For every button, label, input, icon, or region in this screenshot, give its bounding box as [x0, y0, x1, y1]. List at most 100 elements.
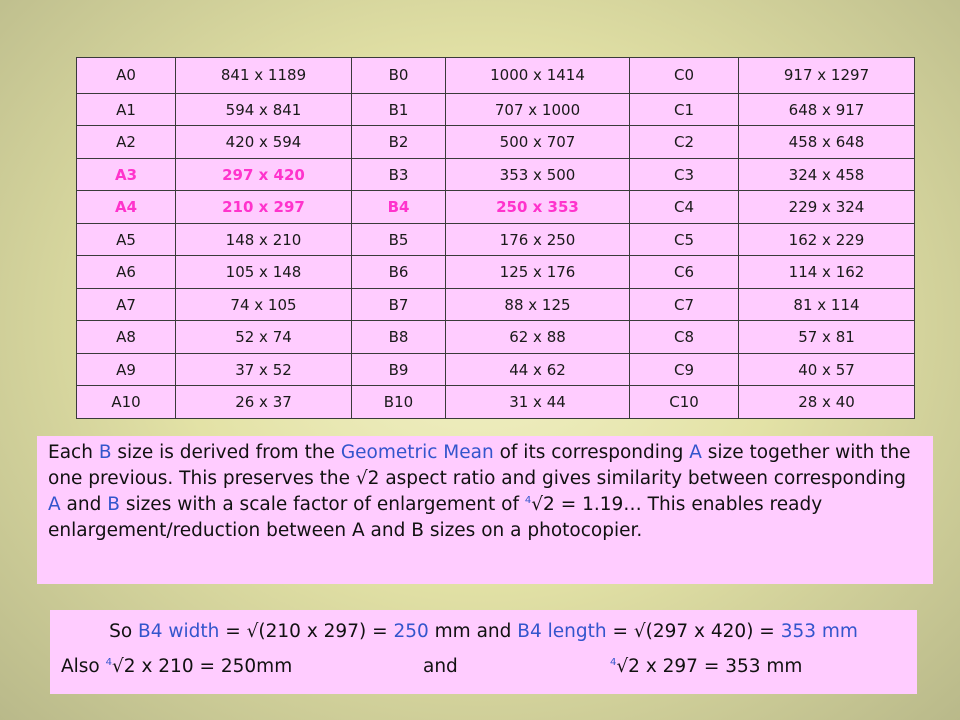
size-name-cell: B9	[351, 352, 446, 387]
size-dimensions-cell: 210 x 297	[175, 190, 352, 224]
size-name-cell: A3	[76, 157, 176, 192]
size-dimensions-cell: 707 x 1000	[445, 92, 630, 127]
size-dimensions-cell: 500 x 707	[445, 125, 630, 159]
explanation-b-size: B	[107, 494, 120, 515]
size-name-cell: B2	[351, 125, 446, 159]
size-name-cell: B0	[351, 57, 446, 94]
formula-line-b4: So B4 width = √(210 x 297) = 250 mm and …	[50, 618, 917, 646]
formula-line-scale-factor: Also 4√2 x 210 = 250mm and 4√2 x 297 = 3…	[50, 652, 917, 688]
formula-text: = √(210 x 297) =	[219, 621, 394, 642]
size-name-cell: C10	[629, 385, 739, 419]
size-dimensions-cell: 176 x 250	[445, 222, 630, 257]
size-dimensions-cell: 37 x 52	[175, 352, 352, 387]
formula-text: = √(297 x 420) =	[606, 621, 781, 642]
formula-text: √2 x 297 = 353 mm	[616, 656, 803, 677]
explanation-text: of its corresponding	[493, 442, 690, 463]
size-dimensions-cell: 297 x 420	[175, 157, 352, 192]
size-dimensions-cell: 57 x 81	[738, 320, 915, 354]
size-name-cell: A5	[76, 222, 176, 257]
size-name-cell: A2	[76, 125, 176, 159]
size-dimensions-cell: 250 x 353	[445, 190, 630, 224]
size-dimensions-cell: 148 x 210	[175, 222, 352, 257]
size-dimensions-cell: 114 x 162	[738, 255, 915, 289]
size-name-cell: C7	[629, 287, 739, 322]
size-name-cell: C3	[629, 157, 739, 192]
size-name-cell: B4	[351, 190, 446, 224]
formula-scale-length: 4√2 x 297 = 353 mm	[610, 656, 802, 677]
formula-result-353: 353 mm	[780, 621, 858, 642]
size-dimensions-cell: 594 x 841	[175, 92, 352, 127]
size-name-cell: A4	[76, 190, 176, 224]
size-name-cell: B10	[351, 385, 446, 419]
formula-b4-length: B4 length	[517, 621, 607, 642]
size-name-cell: C2	[629, 125, 739, 159]
table-row: A10 26 x 37 B10 31 x 44 C10 28 x 40	[76, 385, 915, 419]
size-name-cell: B6	[351, 255, 446, 289]
explanation-text: and	[60, 494, 108, 515]
size-name-cell: B1	[351, 92, 446, 127]
formula-text: Also	[61, 656, 106, 677]
table-row: A9 37 x 52 B9 44 x 62 C9 40 x 57	[76, 352, 915, 387]
table-row: A4 210 x 297 B4 250 x 353 C4 229 x 324	[76, 190, 915, 224]
size-dimensions-cell: 1000 x 1414	[445, 57, 630, 94]
explanation-a-size: A	[48, 494, 61, 515]
size-dimensions-cell: 105 x 148	[175, 255, 352, 289]
size-dimensions-cell: 229 x 324	[738, 190, 915, 224]
size-dimensions-cell: 31 x 44	[445, 385, 630, 419]
size-dimensions-cell: 458 x 648	[738, 125, 915, 159]
explanation-b-size: B	[98, 442, 112, 463]
size-name-cell: A6	[76, 255, 176, 289]
size-dimensions-cell: 648 x 917	[738, 92, 915, 127]
formula-scale-width: Also 4√2 x 210 = 250mm	[61, 656, 292, 677]
size-name-cell: A8	[76, 320, 176, 354]
formula-text: √2 x 210 = 250mm	[112, 656, 293, 677]
size-dimensions-cell: 52 x 74	[175, 320, 352, 354]
explanation-text: sizes with a scale factor of enlargement…	[119, 494, 525, 515]
size-name-cell: A10	[76, 385, 176, 419]
size-dimensions-cell: 81 x 114	[738, 287, 915, 322]
formula-and: and	[423, 656, 458, 677]
formula-result-250: 250	[393, 621, 429, 642]
table-row: A8 52 x 74 B8 62 x 88 C8 57 x 81	[76, 320, 915, 354]
size-name-cell: C9	[629, 352, 739, 387]
paper-sizes-table: A0 841 x 1189 B0 1000 x 1414 C0 917 x 1297 A1 5…	[76, 57, 915, 419]
size-dimensions-cell: 40 x 57	[738, 352, 915, 387]
size-name-cell: C6	[629, 255, 739, 289]
size-name-cell: A0	[76, 57, 176, 94]
size-name-cell: C1	[629, 92, 739, 127]
formula-text: So	[109, 621, 139, 642]
formula-b4-width: B4 width	[138, 621, 220, 642]
size-name-cell: C0	[629, 57, 739, 94]
size-name-cell: C5	[629, 222, 739, 257]
size-dimensions-cell: 62 x 88	[445, 320, 630, 354]
size-name-cell: B8	[351, 320, 446, 354]
size-dimensions-cell: 26 x 37	[175, 385, 352, 419]
size-name-cell: A7	[76, 287, 176, 322]
size-name-cell: C4	[629, 190, 739, 224]
explanation-a-size: A	[689, 442, 702, 463]
formula-box: So B4 width = √(210 x 297) = 250 mm and …	[50, 610, 917, 694]
size-dimensions-cell: 74 x 105	[175, 287, 352, 322]
table-row: A0 841 x 1189 B0 1000 x 1414 C0 917 x 1297	[76, 57, 915, 94]
table-row: A2 420 x 594 B2 500 x 707 C2 458 x 648	[76, 125, 915, 159]
size-dimensions-cell: 353 x 500	[445, 157, 630, 192]
size-name-cell: B5	[351, 222, 446, 257]
size-dimensions-cell: 88 x 125	[445, 287, 630, 322]
size-name-cell: A1	[76, 92, 176, 127]
table-row: A6 105 x 148 B6 125 x 176 C6 114 x 162	[76, 255, 915, 289]
size-dimensions-cell: 125 x 176	[445, 255, 630, 289]
table-row: A3 297 x 420 B3 353 x 500 C3 324 x 458	[76, 157, 915, 192]
paper-sizes-table-body: A0 841 x 1189 B0 1000 x 1414 C0 917 x 1297 A1 5…	[76, 57, 915, 419]
size-name-cell: B7	[351, 287, 446, 322]
size-dimensions-cell: 917 x 1297	[738, 57, 915, 94]
size-name-cell: C8	[629, 320, 739, 354]
size-dimensions-cell: 28 x 40	[738, 385, 915, 419]
size-dimensions-cell: 44 x 62	[445, 352, 630, 387]
size-dimensions-cell: 841 x 1189	[175, 57, 352, 94]
size-dimensions-cell: 162 x 229	[738, 222, 915, 257]
explanation-text: Each	[48, 442, 99, 463]
explanation-box: Each B size is derived from the Geometri…	[37, 436, 933, 584]
size-name-cell: B3	[351, 157, 446, 192]
size-name-cell: A9	[76, 352, 176, 387]
table-row: A1 594 x 841 B1 707 x 1000 C1 648 x 917	[76, 92, 915, 127]
